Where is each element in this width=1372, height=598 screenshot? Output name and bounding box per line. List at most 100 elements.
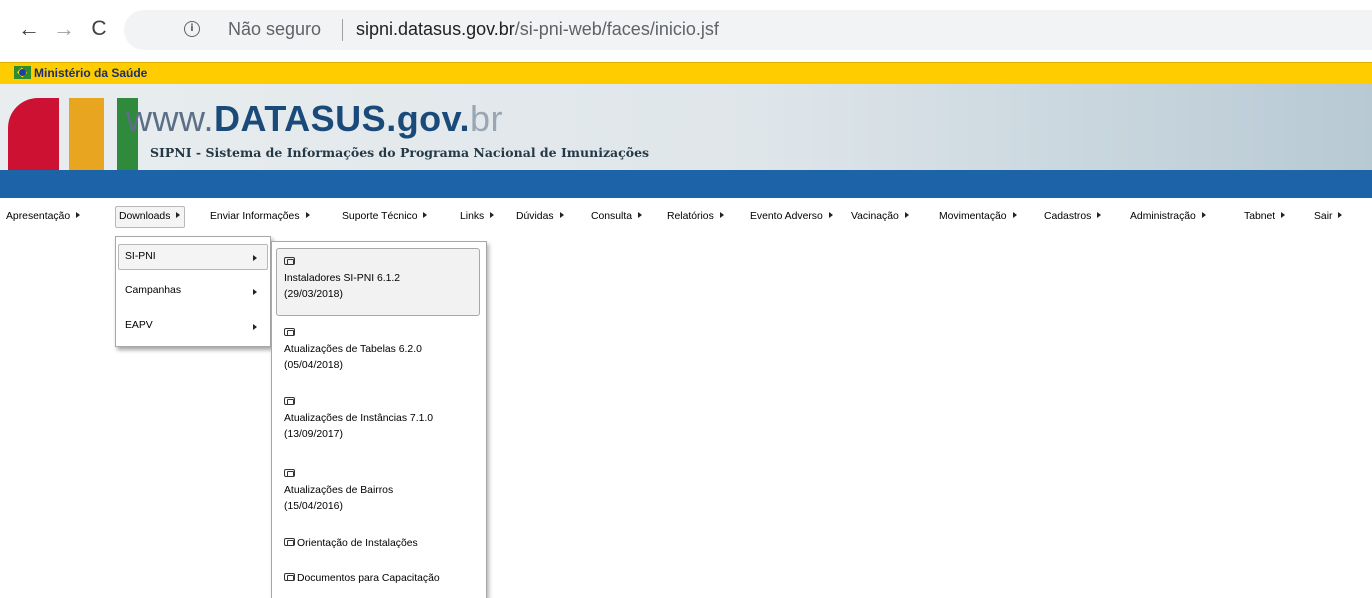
menu-item-label: Administração [1130,211,1196,222]
submenu-item-documentos-capacitacao[interactable]: Documentos para Capacitação [276,569,480,589]
menu-item-label: Consulta [591,211,633,222]
menu-arrow-icon [1201,212,1206,219]
dropdown-item-label: SI-PNI [125,251,156,262]
info-icon[interactable]: i [184,21,200,37]
menu-item-duvidas[interactable]: Dúvidas [512,206,569,228]
menu-arrow-icon [176,212,181,219]
main-menu: Apresentação Downloads Enviar Informaçõe… [0,198,1372,234]
menu-item-movimentacao[interactable]: Movimentação [935,206,1022,228]
menu-item-administracao[interactable]: Administração [1126,206,1211,228]
omnibox-divider [342,19,343,41]
reload-icon[interactable]: C [86,16,112,42]
menu-arrow-icon [559,212,564,219]
menu-item-label: Cadastros [1044,211,1092,222]
datasus-logo[interactable]: www.DATASUS.gov.br [126,98,503,140]
menu-arrow-icon [490,212,495,219]
file-icon [284,538,295,547]
ministry-label[interactable]: Ministério da Saúde [34,66,147,80]
brazil-flag-icon [14,66,31,79]
menu-item-label: Links [460,211,485,222]
url-text[interactable]: sipni.datasus.gov.br/si-pni-web/faces/in… [356,19,719,40]
menu-arrow-icon [76,212,81,219]
menu-item-label: Tabnet [1244,211,1276,222]
menu-item-sair[interactable]: Sair [1310,206,1347,228]
menu-item-label: Suporte Técnico [342,211,418,222]
downloads-dropdown: SI-PNI Campanhas EAPV [115,236,271,347]
submenu-item-atualizacoes-instancias[interactable]: Atualizações de Instâncias 7.1.0 (13/09/… [276,392,480,452]
menu-arrow-icon [904,212,909,219]
file-icon [284,397,295,406]
menu-item-vacinacao[interactable]: Vacinação [847,206,914,228]
submenu-item-orientacao-instalacoes[interactable]: Orientação de Instalações [276,534,480,554]
forward-arrow-icon[interactable]: → [51,16,77,42]
dropdown-item-label: Campanhas [125,285,182,296]
system-subtitle: SIPNI - Sistema de Informações do Progra… [150,145,650,160]
file-icon [284,328,295,337]
submenu-item-date: (13/09/2017) [284,429,343,440]
menu-item-label: Movimentação [939,211,1007,222]
submenu-item-title: Atualizações de Instâncias 7.1.0 [284,413,434,424]
logo-block-red [8,98,59,170]
menu-arrow-icon [1097,212,1102,219]
not-secure-label: Não seguro [228,19,322,39]
url-path: /si-pni-web/faces/inicio.jsf [514,19,719,39]
submenu-item-title: Atualizações de Tabelas 6.2.0 [284,344,422,355]
menu-arrow-icon [1012,212,1017,219]
menu-item-tabnet[interactable]: Tabnet [1240,206,1290,228]
browser-toolbar: ← → C i Não seguro sipni.datasus.gov.br/… [0,0,1372,62]
menu-item-suporte-tecnico[interactable]: Suporte Técnico [338,206,432,228]
menu-arrow-icon [423,212,428,219]
si-pni-submenu: Instaladores SI-PNI 6.1.2 (29/03/2018) A… [271,241,487,598]
file-icon [284,573,295,582]
submenu-item-date: (29/03/2018) [284,289,343,300]
menu-item-cadastros[interactable]: Cadastros [1040,206,1106,228]
menu-item-links[interactable]: Links [456,206,499,228]
submenu-item-title: Instaladores SI-PNI 6.1.2 [284,273,401,284]
menu-item-evento-adverso[interactable]: Evento Adverso [746,206,838,228]
menu-arrow-icon [305,212,310,219]
submenu-item-title: Atualizações de Bairros [284,485,394,496]
menu-item-label: Sair [1314,211,1333,222]
header-blue-band [0,170,1372,198]
submenu-item-atualizacoes-tabelas[interactable]: Atualizações de Tabelas 6.2.0 (05/04/201… [276,323,480,383]
back-arrow-icon[interactable]: ← [16,16,42,42]
menu-item-label: Apresentação [6,211,71,222]
menu-item-label: Downloads [119,211,171,222]
logo-name: DATASUS [214,98,387,139]
address-bar[interactable]: i Não seguro sipni.datasus.gov.br/si-pni… [124,10,1372,50]
header-banner: www.DATASUS.gov.br SIPNI - Sistema de In… [0,84,1372,170]
logo-block-orange [69,98,104,170]
submenu-item-date: (15/04/2016) [284,501,343,512]
menu-item-label: Evento Adverso [750,211,823,222]
url-host: sipni.datasus.gov.br [356,19,515,39]
dropdown-item-eapv[interactable]: EAPV [118,313,268,339]
logo-gov: .gov. [386,98,471,139]
logo-br: br [470,98,504,139]
submenu-arrow-icon [253,289,257,295]
submenu-arrow-icon [253,324,257,330]
menu-arrow-icon [828,212,833,219]
menu-arrow-icon [1281,212,1286,219]
dropdown-item-campanhas[interactable]: Campanhas [118,278,268,304]
submenu-item-instaladores[interactable]: Instaladores SI-PNI 6.1.2 (29/03/2018) [276,248,480,316]
submenu-item-title: Documentos para Capacitação [297,573,440,584]
submenu-item-title: Orientação de Instalações [297,538,418,549]
menu-item-label: Vacinação [851,211,899,222]
submenu-item-atualizacoes-bairros[interactable]: Atualizações de Bairros (15/04/2016) [276,464,480,524]
file-icon [284,257,295,266]
menu-item-consulta[interactable]: Consulta [587,206,647,228]
menu-item-enviar-informacoes[interactable]: Enviar Informações [206,206,315,228]
menu-arrow-icon [638,212,643,219]
file-icon [284,469,295,478]
menu-arrow-icon [719,212,724,219]
dropdown-item-si-pni[interactable]: SI-PNI [118,244,268,270]
menu-item-downloads[interactable]: Downloads [115,206,186,228]
logo-www: www. [126,98,215,139]
menu-item-label: Relatórios [667,211,714,222]
menu-item-apresentacao[interactable]: Apresentação [2,206,85,228]
submenu-item-date: (05/04/2018) [284,360,343,371]
menu-arrow-icon [1338,212,1343,219]
menu-item-label: Enviar Informações [210,211,300,222]
ministry-bar: Ministério da Saúde [0,62,1372,84]
menu-item-relatorios[interactable]: Relatórios [663,206,729,228]
